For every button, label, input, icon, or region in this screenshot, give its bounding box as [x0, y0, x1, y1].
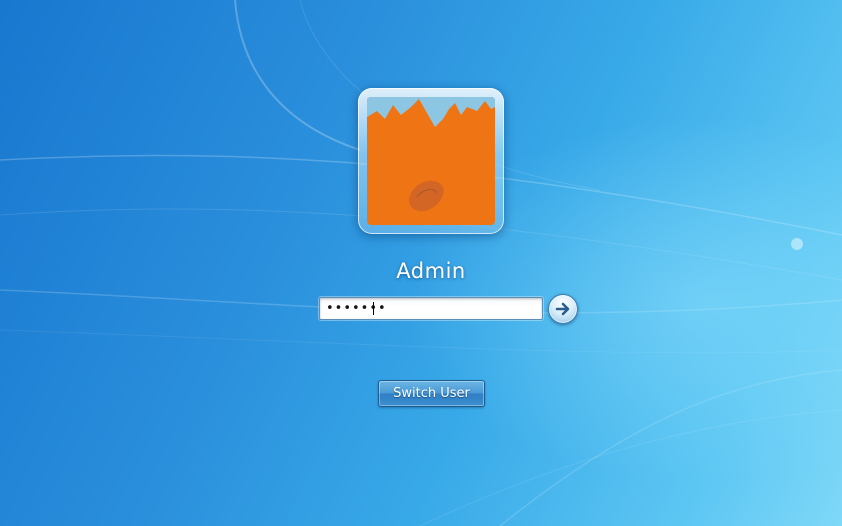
user-picture-image: [367, 97, 495, 225]
password-field[interactable]: [319, 297, 543, 320]
switch-user-button[interactable]: Switch User: [378, 380, 485, 407]
username-label: Admin: [396, 259, 466, 283]
arrow-right-icon: [555, 302, 570, 316]
user-avatar-frame: [358, 88, 504, 234]
avatar: [367, 97, 495, 225]
submit-login-button[interactable]: [548, 294, 578, 324]
text-caret: [373, 302, 374, 315]
